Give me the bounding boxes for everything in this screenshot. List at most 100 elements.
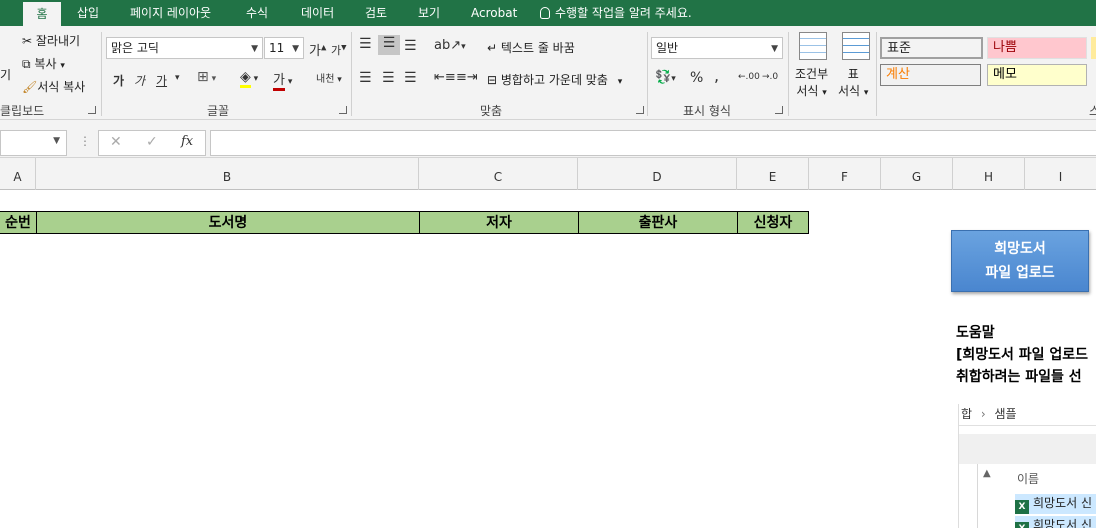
column-header-f[interactable]: F (809, 158, 881, 190)
tab-formulas[interactable]: 수식 (246, 0, 268, 26)
insert-function-icon[interactable]: fx (181, 134, 193, 149)
font-name-select[interactable]: 맑은 고딕 ▼ (106, 37, 263, 59)
column-header-b[interactable]: B (36, 158, 419, 190)
style-bad[interactable]: 나쁨 (987, 37, 1087, 59)
clipboard-launcher-icon[interactable] (88, 106, 96, 114)
column-headers: A B C D E F G H I (0, 158, 1096, 190)
header-cell-requester[interactable]: 신청자 (737, 211, 809, 234)
chevron-down-icon: ▼ (53, 136, 60, 146)
style-calculation[interactable]: 계산 (880, 64, 981, 86)
grow-font-icon[interactable]: 가▲ (309, 40, 326, 59)
formula-bar: ▼ ⋮ ✕ ✓ fx (0, 120, 1096, 158)
header-cell-number[interactable]: 순번 (0, 211, 37, 234)
chevron-down-icon: ▾ (334, 75, 342, 85)
worksheet-grid[interactable]: 순번 도서명 저자 출판사 신청자 희망도서 파일 업로드 도움말 [희망도서 … (0, 190, 1096, 528)
chevron-down-icon: ▼ (251, 44, 258, 54)
align-center-icon[interactable]: ☰ (382, 70, 395, 86)
chevron-down-icon: ▼ (771, 44, 778, 54)
enter-icon[interactable]: ✓ (146, 134, 158, 150)
chevron-down-icon: ▼ (292, 44, 299, 54)
column-header-a[interactable]: A (0, 158, 36, 190)
tab-view[interactable]: 보기 (418, 0, 440, 26)
font-launcher-icon[interactable] (339, 106, 347, 114)
column-header-h[interactable]: H (953, 158, 1025, 190)
formula-input[interactable] (210, 130, 1096, 156)
chevron-down-icon: ▾ (60, 61, 65, 71)
lightbulb-icon (540, 7, 550, 19)
decrease-decimal-button[interactable]: →.0 (762, 72, 778, 82)
phonetic-guide-button[interactable]: 내천 ▾ (316, 70, 342, 85)
bold-button[interactable]: 가 (113, 72, 124, 89)
percent-button[interactable]: % (690, 70, 703, 86)
number-launcher-icon[interactable] (775, 106, 783, 114)
chevron-up-icon: ▲ (983, 468, 991, 479)
align-top-icon[interactable]: ☰ (359, 36, 372, 52)
tell-me-search[interactable]: 수행할 작업을 알려 주세요. (540, 0, 692, 26)
column-header-d[interactable]: D (578, 158, 737, 190)
group-divider (788, 32, 789, 116)
file-explorer-screenshot: 합 › 샘플 ▲ 이름 X희망도서 신 X희망도서 신 (958, 404, 1096, 528)
italic-button[interactable]: 가 (134, 72, 145, 89)
style-normal[interactable]: 표준 (880, 37, 983, 59)
fill-color-icon[interactable]: ◈ ▾ (240, 69, 258, 88)
cancel-icon[interactable]: ✕ (110, 134, 122, 150)
orientation-icon[interactable]: ab↗▾ (434, 38, 466, 53)
format-as-table-button[interactable]: 표 서식 ▾ (838, 66, 868, 102)
align-right-icon[interactable]: ☰ (404, 70, 417, 86)
chevron-down-icon[interactable]: ▾ (175, 73, 180, 83)
header-cell-author[interactable]: 저자 (419, 211, 579, 234)
explorer-column-name: 이름 (1017, 472, 1040, 486)
upload-wishlist-file-button[interactable]: 희망도서 파일 업로드 (951, 230, 1089, 292)
column-header-c[interactable]: C (419, 158, 578, 190)
tab-acrobat[interactable]: Acrobat (471, 0, 517, 26)
borders-icon[interactable]: ⊞ ▾ (197, 69, 216, 85)
align-middle-icon[interactable]: ☰ (378, 35, 400, 55)
conditional-formatting-icon[interactable] (799, 32, 827, 60)
alignment-launcher-icon[interactable] (636, 106, 644, 114)
paintbrush-icon: 🖌 (22, 80, 38, 94)
copy-icon: ⧉ (22, 57, 31, 71)
tab-page-layout[interactable]: 페이지 레이아웃 (130, 0, 211, 26)
style-note[interactable]: 메모 (987, 64, 1087, 86)
column-header-i[interactable]: I (1025, 158, 1096, 190)
decrease-indent-icon[interactable]: ⇤≡ (434, 70, 456, 85)
tab-home[interactable]: 홈 (23, 2, 61, 26)
font-size-select[interactable]: 11 ▼ (264, 37, 304, 59)
header-cell-publisher[interactable]: 출판사 (578, 211, 738, 234)
format-as-table-icon[interactable] (842, 32, 870, 60)
underline-button[interactable]: 가 (156, 72, 167, 89)
accounting-format-icon[interactable]: 💱▾ (655, 70, 676, 85)
increase-indent-icon[interactable]: ≡⇥ (456, 70, 478, 85)
merge-center-button[interactable]: ⊟ 병합하고 가운데 맞춤 ▾ (487, 71, 622, 88)
style-neutral-fragment[interactable] (1091, 37, 1096, 59)
number-format-select[interactable]: 일반 ▼ (651, 37, 783, 59)
tab-data[interactable]: 데이터 (301, 0, 334, 26)
paste-button-fragment[interactable]: 기 (0, 66, 11, 83)
comma-button[interactable]: , (714, 66, 719, 85)
chevron-down-icon: ▾ (863, 88, 869, 98)
align-left-icon[interactable]: ☰ (359, 70, 372, 86)
formula-buttons: ✕ ✓ fx (98, 130, 206, 156)
cut-button[interactable]: ✂ 잘라내기 (22, 32, 80, 49)
group-divider (876, 32, 877, 116)
format-painter-button[interactable]: 🖌서식 복사 (22, 78, 85, 95)
explorer-file-row: X희망도서 신 (1015, 494, 1096, 514)
font-color-button[interactable]: 가 ▾ (273, 69, 292, 91)
group-divider (101, 32, 102, 116)
align-bottom-icon[interactable]: ☰ (404, 38, 417, 54)
wrap-text-button[interactable]: ↵ 텍스트 줄 바꿈 (487, 39, 575, 56)
column-header-g[interactable]: G (881, 158, 953, 190)
name-box[interactable]: ▼ (0, 130, 67, 156)
help-title: 도움말 (956, 325, 995, 341)
scissors-icon: ✂ (22, 34, 33, 48)
column-header-e[interactable]: E (737, 158, 809, 190)
conditional-formatting-button[interactable]: 조건부 서식 ▾ (795, 66, 828, 102)
tab-review[interactable]: 검토 (365, 0, 387, 26)
increase-decimal-button[interactable]: ←.00 (738, 72, 760, 82)
help-line-2: 취합하려는 파일들 선 (956, 369, 1082, 385)
copy-button[interactable]: ⧉ 복사 ▾ (22, 55, 65, 72)
explorer-divider (977, 464, 978, 528)
shrink-font-icon[interactable]: 가▼ (331, 42, 347, 58)
tab-insert[interactable]: 삽입 (77, 0, 99, 26)
header-cell-title[interactable]: 도서명 (36, 211, 420, 234)
